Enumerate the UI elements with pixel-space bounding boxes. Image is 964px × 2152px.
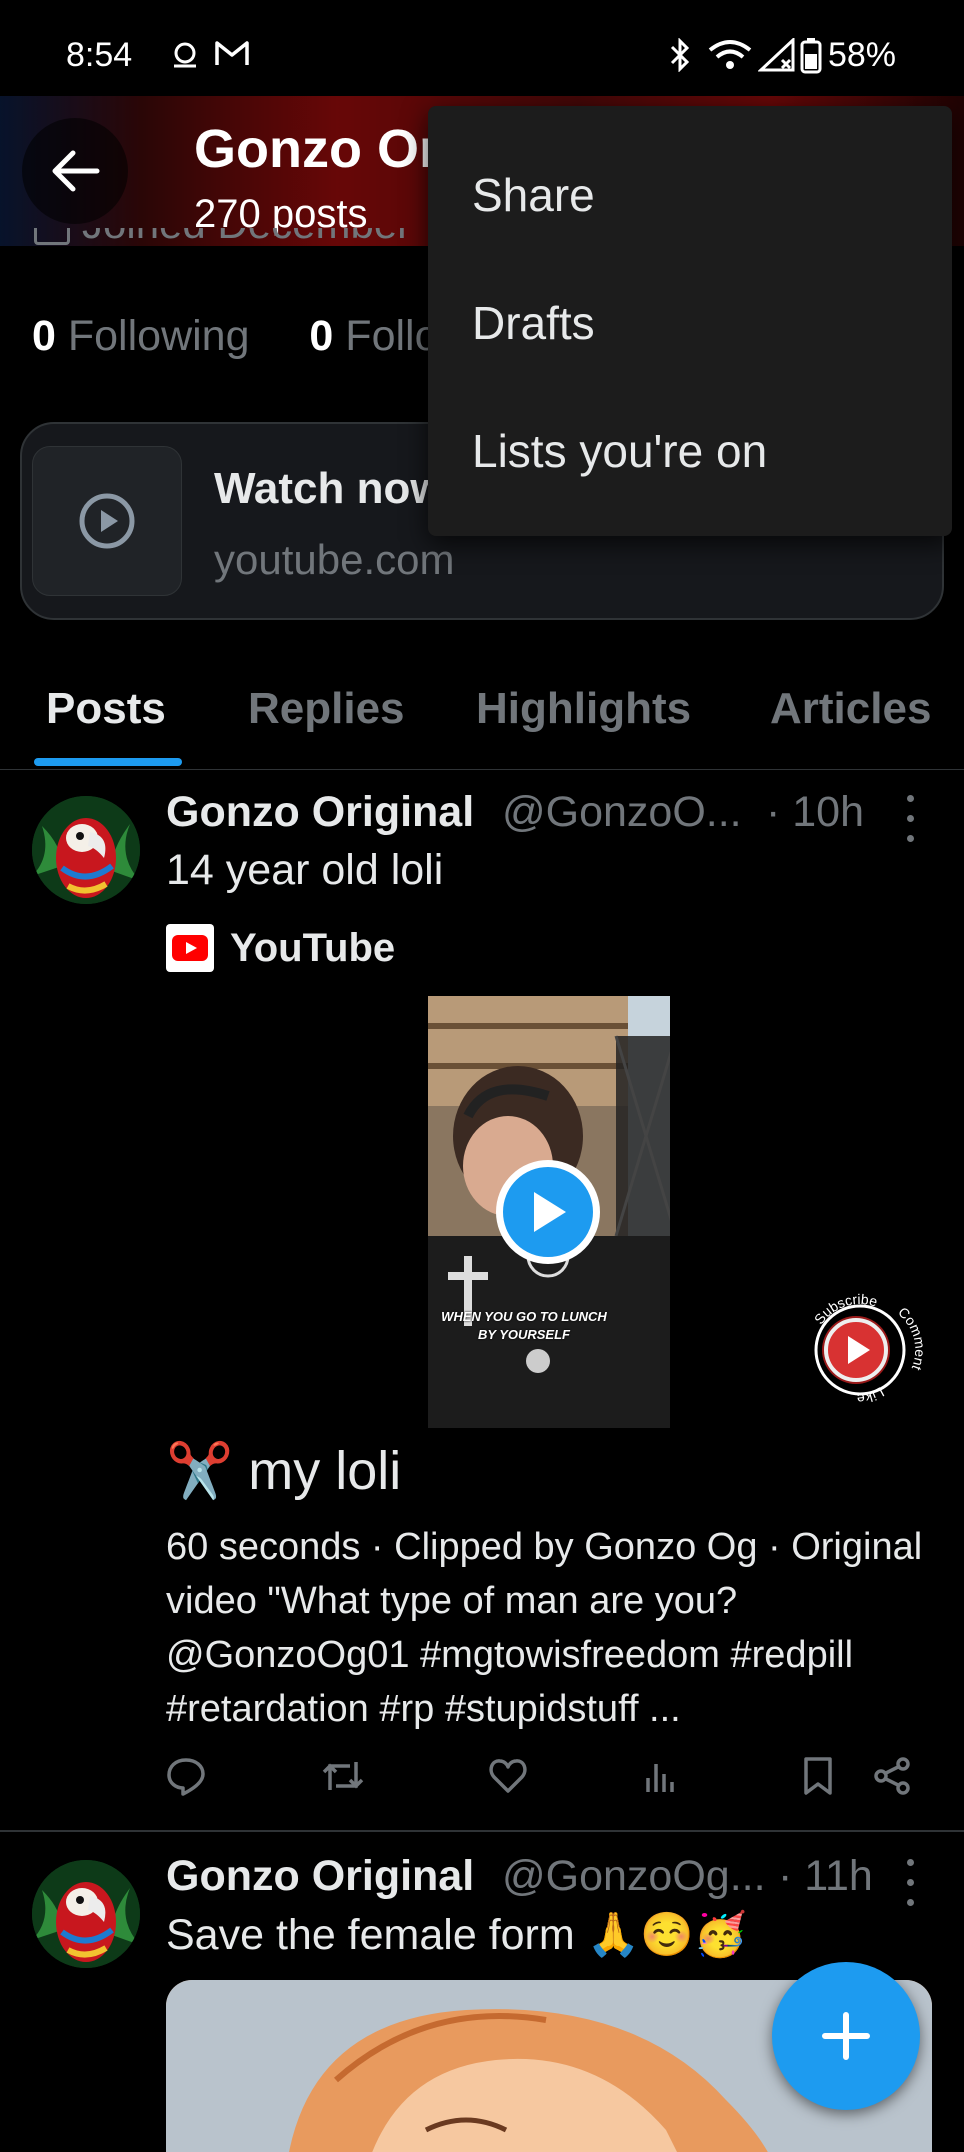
bluetooth-icon: [668, 37, 692, 81]
parrot-avatar-image: [32, 796, 140, 904]
card-source: YouTube: [166, 920, 395, 976]
post-author-name[interactable]: Gonzo Original: [166, 1852, 474, 1901]
menu-item-share[interactable]: Share: [472, 168, 595, 222]
menu-item-lists-youre-on[interactable]: Lists you're on: [472, 424, 767, 478]
post-timestamp: · 10h: [766, 788, 865, 836]
tab-articles[interactable]: Articles: [770, 684, 931, 734]
link-title: Watch now: [214, 464, 445, 513]
back-button[interactable]: [22, 118, 128, 224]
gmail-icon: [214, 38, 250, 77]
wifi-icon: [708, 38, 752, 81]
post-text: 14 year old loli: [166, 846, 444, 894]
repost-icon[interactable]: [320, 1756, 366, 1801]
post-text: Save the female form 🙏☺️🥳: [166, 1911, 748, 1959]
play-button[interactable]: [496, 1160, 600, 1264]
clip-title[interactable]: ✂️ my loli: [166, 1440, 401, 1503]
calendar-icon: [34, 228, 70, 245]
badge-comment-text: Comment: [895, 1304, 928, 1373]
svg-text:Comment: Comment: [895, 1304, 924, 1373]
subscribe-badge: Subscribe Comment Like: [796, 1286, 929, 1414]
post-more-menu-icon[interactable]: [898, 1852, 922, 1912]
reply-icon[interactable]: [166, 1756, 206, 1801]
post-actions: [166, 1756, 926, 1812]
tab-posts[interactable]: Posts: [46, 684, 166, 734]
clip-description: 60 seconds · Clipped by Gonzo Og · Origi…: [166, 1526, 923, 1730]
card-source-label: YouTube: [230, 925, 396, 970]
views-icon[interactable]: [642, 1756, 682, 1801]
battery-percent: 58%: [827, 36, 896, 74]
cell-signal-icon: [757, 36, 798, 81]
play-icon: [534, 1192, 566, 1232]
overflow-menu: Share Drafts Lists you're on: [428, 106, 952, 536]
post-author-handle[interactable]: @GonzoO...: [502, 788, 742, 837]
joined-date: Joined December: [34, 228, 411, 270]
video-caption-text: WHEN YOU GO TO LUNCH BY YOURSELF: [441, 1309, 607, 1342]
youtube-icon: [166, 924, 214, 972]
play-circle-icon: [79, 493, 135, 549]
bookmark-icon[interactable]: [800, 1756, 836, 1801]
avatar[interactable]: [32, 796, 140, 904]
status-time: 8:54: [66, 36, 133, 74]
plus-icon: [822, 2012, 870, 2060]
avatar[interactable]: [32, 1860, 140, 1968]
post-author-handle[interactable]: @GonzoOg...: [502, 1852, 766, 1901]
share-icon[interactable]: [872, 1756, 912, 1801]
post-timestamp: · 11h: [778, 1852, 873, 1900]
post-more-menu-icon[interactable]: [898, 788, 922, 848]
parrot-avatar-image: [32, 1860, 140, 1968]
link-thumbnail: [32, 446, 182, 596]
arrow-left-icon: [52, 150, 100, 192]
tab-highlights[interactable]: Highlights: [476, 684, 691, 734]
like-icon[interactable]: [488, 1756, 528, 1801]
status-bar: 8:54 58%: [0, 0, 964, 110]
link-domain: youtube.com: [214, 536, 455, 583]
compose-post-button[interactable]: [772, 1962, 920, 2110]
active-tab-indicator: [34, 758, 182, 766]
tab-replies[interactable]: Replies: [248, 684, 405, 734]
post-author-name[interactable]: Gonzo Original: [166, 788, 474, 837]
battery-icon: [800, 38, 822, 83]
post-divider: [0, 1830, 964, 1832]
profile-tabs: Posts Replies Highlights Articles: [0, 670, 964, 770]
menu-item-drafts[interactable]: Drafts: [472, 296, 595, 350]
notification-app-icon: [168, 38, 202, 81]
following-link[interactable]: 0 Following: [32, 312, 250, 360]
